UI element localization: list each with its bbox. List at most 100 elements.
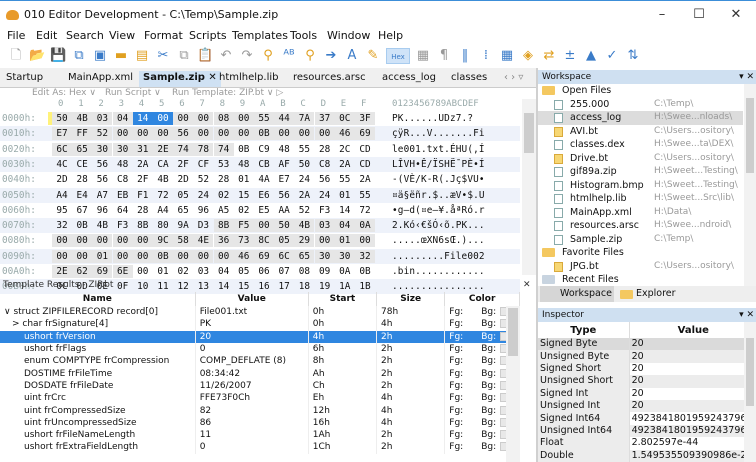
hex-byte[interactable]: 55	[254, 112, 274, 125]
hex-byte[interactable]: 0B	[72, 219, 92, 232]
hex-byte[interactable]: 28	[72, 173, 92, 186]
hex-byte[interactable]: 0B	[234, 143, 254, 156]
hex-byte[interactable]: 0C	[334, 112, 355, 125]
hex-byte[interactable]: 2A	[294, 189, 314, 202]
hex-byte[interactable]: 48	[113, 158, 133, 171]
hex-byte[interactable]: 00	[213, 249, 234, 263]
recent-files-group[interactable]: Recent Files	[538, 273, 743, 286]
hex-byte[interactable]: 09	[315, 265, 335, 278]
hex-byte[interactable]: 50	[294, 158, 314, 171]
template-row[interactable]: > char frSignature[4] PK 0h 4h Fg: Bg:	[0, 318, 520, 331]
hex-byte[interactable]: 64	[113, 204, 133, 217]
workspace-close-icon[interactable]: ▾ ✕	[739, 70, 754, 84]
hex-byte[interactable]: 2D	[52, 173, 72, 186]
inspector-value[interactable]: 20	[629, 399, 756, 413]
hex-byte[interactable]: A4	[153, 204, 173, 217]
workspace-file-item[interactable]: resources.arsc H:\Swee...ndroid\	[538, 219, 743, 233]
hex-byte[interactable]: 0A	[355, 219, 375, 233]
workspace-file-item[interactable]: Drive.bt C:\Users...ository\	[538, 152, 743, 166]
hex-byte[interactable]: CD	[355, 158, 375, 171]
hex-byte[interactable]: 00	[314, 234, 335, 248]
hex-byte[interactable]: 30	[314, 249, 335, 263]
hex-byte[interactable]: 37	[314, 112, 335, 125]
hex-byte[interactable]: 00	[274, 127, 295, 141]
hex-byte[interactable]: 53	[214, 158, 234, 171]
hex-byte[interactable]: 6C	[274, 249, 295, 263]
hex-byte[interactable]: 69	[355, 127, 375, 141]
hex-byte[interactable]: 01	[334, 234, 355, 248]
hex-byte[interactable]: 08	[213, 112, 234, 125]
font-icon[interactable]: A	[344, 48, 360, 64]
hex-byte[interactable]: 52	[92, 127, 113, 141]
hex-byte[interactable]: 05	[173, 189, 193, 202]
hex-byte[interactable]: 00	[132, 127, 153, 141]
hex-byte[interactable]: 00	[254, 219, 274, 233]
hex-byte[interactable]: CD	[355, 143, 375, 156]
hex-byte[interactable]: 7A	[294, 112, 315, 125]
hex-byte[interactable]: 00	[173, 112, 194, 125]
hex-byte[interactable]: 65	[72, 142, 93, 156]
inspector-row[interactable]: Unsigned Int 20	[538, 399, 756, 413]
hex-byte[interactable]: 44	[274, 112, 295, 125]
inspector-row[interactable]: Unsigned Byte 20	[538, 350, 756, 363]
tab-resources-arsc[interactable]: resources.arsc	[293, 71, 366, 87]
hex-ascii[interactable]: LÎVH•Ê/ÏSHË¯PÈ•Í	[392, 158, 485, 171]
undo-icon[interactable]: ↶	[218, 48, 234, 64]
hex-editor[interactable]: 0000h: 50 4B 03 04 14 00 00 00 08 00 55 44 7A 37 0C 3F PK…	[0, 111, 520, 295]
tab-explorer[interactable]: Explorer	[636, 286, 676, 302]
hex-byte[interactable]: 30	[112, 142, 133, 156]
hex-byte[interactable]: 2C	[335, 143, 355, 156]
save-icon[interactable]: 💾	[50, 48, 66, 64]
hex-byte[interactable]: 00	[173, 249, 194, 263]
template-row[interactable]: enum COMPTYPE frCompression COMP_DEFLATE…	[0, 355, 520, 368]
split-icon[interactable]: ‖	[457, 48, 473, 64]
hex-byte[interactable]: 80	[153, 219, 173, 232]
hex-byte[interactable]: 74	[213, 142, 234, 156]
close-file-icon[interactable]: ▬	[113, 48, 129, 64]
hex-byte[interactable]: 2A	[355, 173, 375, 186]
cut-icon[interactable]: ✂	[155, 48, 171, 64]
hex-byte[interactable]: 04	[214, 265, 234, 278]
hex-byte[interactable]: CA	[153, 158, 173, 171]
hex-byte[interactable]: 01	[234, 173, 254, 186]
hex-byte[interactable]: 46	[334, 127, 355, 141]
col-value[interactable]: Value	[195, 292, 309, 306]
hex-byte[interactable]: 8B	[133, 219, 153, 232]
hex-byte[interactable]: 48	[274, 143, 294, 156]
close-template-results-icon[interactable]: ✕	[523, 280, 531, 290]
goto-icon[interactable]: ➔	[323, 48, 339, 64]
hex-byte[interactable]: 4B	[72, 112, 93, 125]
workspace-file-item[interactable]: 255.000 C:\Temp\	[538, 98, 743, 112]
hex-byte[interactable]: 14	[335, 204, 355, 217]
minimize-button[interactable]: –	[647, 5, 677, 25]
hex-byte[interactable]: 56	[173, 127, 194, 141]
save-all-icon[interactable]: ▣	[92, 48, 108, 64]
hex-byte[interactable]: 69	[254, 249, 274, 263]
hex-byte[interactable]: 00	[355, 234, 375, 248]
replace-icon[interactable]: ᴬᴮ	[281, 48, 297, 64]
hex-byte[interactable]: 4A	[254, 173, 274, 186]
hex-byte[interactable]: D3	[193, 219, 213, 232]
hex-byte[interactable]: 72	[153, 189, 173, 202]
hex-byte[interactable]: A4	[52, 189, 72, 202]
hex-byte[interactable]: 01	[153, 265, 173, 278]
hex-byte[interactable]: 29	[294, 234, 315, 248]
hex-byte[interactable]: 65	[294, 249, 315, 263]
hex-byte[interactable]: 00	[133, 265, 153, 278]
hex-ascii[interactable]: ¤ä§ëñr.$..æV•$.U	[392, 189, 485, 202]
menu-tools[interactable]: Tools	[290, 29, 317, 42]
favorite-files-group[interactable]: Favorite Files	[538, 246, 743, 260]
template-row[interactable]: uint frUncompressedSize 86 16h 4h Fg: Bg:	[0, 416, 520, 429]
hex-byte[interactable]: 04	[334, 219, 355, 233]
hex-byte[interactable]: 02	[234, 204, 254, 217]
inspector-value[interactable]: 20	[629, 387, 756, 400]
hex-byte[interactable]: 4C	[52, 158, 72, 171]
menu-file[interactable]: File	[7, 29, 25, 42]
template-row[interactable]: ushort frFileNameLength 11 1Ah 2h Fg: Bg:	[0, 428, 520, 442]
inspector-value[interactable]: 4923841801959243796	[629, 424, 756, 438]
hex-byte[interactable]: 24	[315, 189, 335, 202]
hex-ascii[interactable]: •g–d(¤e–¥.åªRó.r	[392, 204, 485, 217]
workspace-file-item[interactable]: MainApp.xml H:\Data\	[538, 206, 743, 220]
hex-byte[interactable]: 0B	[355, 265, 375, 278]
hex-byte[interactable]: A7	[92, 189, 112, 202]
